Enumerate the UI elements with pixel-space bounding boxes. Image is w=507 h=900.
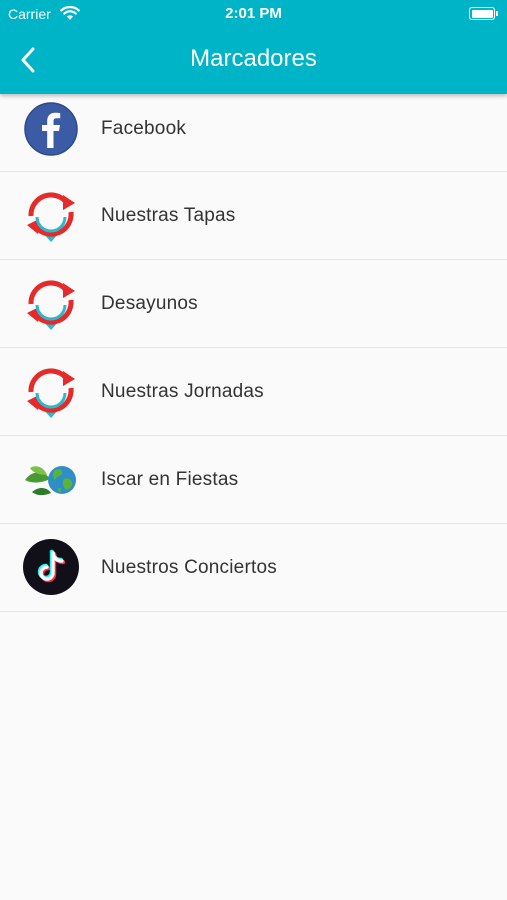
facebook-icon xyxy=(24,102,78,156)
list-item-iscar-en-fiestas[interactable]: Iscar en Fiestas xyxy=(0,436,507,524)
item-label: Iscar en Fiestas xyxy=(101,469,239,490)
refresh-pin-icon xyxy=(27,192,75,242)
leaf-globe-icon xyxy=(25,466,76,496)
page-title: Marcadores xyxy=(190,45,317,72)
nav-bar: Marcadores xyxy=(0,28,507,94)
list-item-desayunos[interactable]: Desayunos xyxy=(0,260,507,348)
list-item-facebook[interactable]: Facebook xyxy=(0,94,507,172)
status-time: 2:01 PM xyxy=(225,5,282,22)
app-header: Carrier 2:01 PM Marcadores xyxy=(0,0,507,94)
item-label: Nuestras Jornadas xyxy=(101,381,264,402)
list-item-nuestras-tapas[interactable]: Nuestras Tapas xyxy=(0,172,507,260)
refresh-pin-icon xyxy=(27,280,75,330)
battery-icon xyxy=(469,7,498,20)
item-label: Nuestras Tapas xyxy=(101,205,236,226)
bookmark-list: Facebook Nuestras Tapas Desayunos Nuestr… xyxy=(0,94,507,612)
tiktok-icon xyxy=(23,539,79,595)
item-label: Nuestros Conciertos xyxy=(101,557,277,578)
list-item-nuestras-jornadas[interactable]: Nuestras Jornadas xyxy=(0,348,507,436)
list-item-nuestros-conciertos[interactable]: Nuestros Conciertos xyxy=(0,524,507,612)
status-bar: Carrier 2:01 PM xyxy=(0,0,507,28)
refresh-pin-icon xyxy=(27,368,75,418)
item-label: Facebook xyxy=(101,118,187,139)
item-label: Desayunos xyxy=(101,293,198,314)
